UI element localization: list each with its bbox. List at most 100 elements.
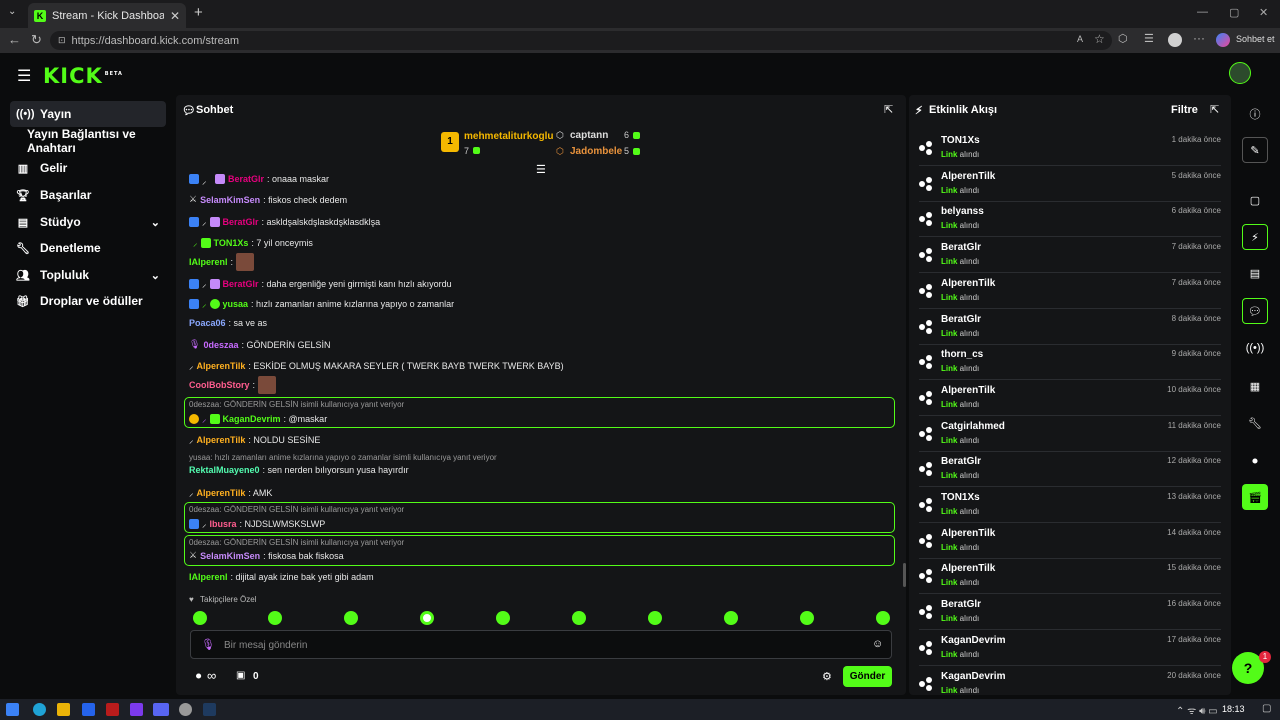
copilot-label[interactable]: Sohbet et: [1236, 34, 1275, 44]
app-icon[interactable]: [106, 703, 119, 716]
chat-username[interactable]: BeratGlr: [223, 217, 259, 227]
clapperboard-icon[interactable]: 🎬︎: [1242, 484, 1268, 510]
chat-username[interactable]: IAlperenl: [189, 257, 228, 267]
close-tab-icon[interactable]: ✕: [170, 9, 180, 23]
leader-2-name[interactable]: captann: [570, 130, 608, 141]
emote-icon[interactable]: [193, 611, 207, 625]
feed-username[interactable]: AlperenTilk: [941, 278, 995, 289]
feed-row[interactable]: Catgirlahmed Link alındı 11 dakika önce: [919, 417, 1221, 452]
favorites-bar-icon[interactable]: ☰: [1144, 32, 1154, 45]
chat-username[interactable]: SelamKimSen: [200, 195, 260, 205]
emote-icon[interactable]: [800, 611, 814, 625]
layout-icon[interactable]: ▦: [1242, 373, 1268, 399]
chat-message[interactable]: ⸝ KaganDevrim : @maskar: [189, 412, 327, 425]
maximize-icon[interactable]: ▢: [1229, 6, 1239, 19]
read-aloud-icon[interactable]: A: [1077, 34, 1083, 44]
feed-username[interactable]: KaganDevrim: [941, 635, 1005, 646]
sidebar-item-stream[interactable]: ((•)) Yayın: [10, 101, 166, 127]
chat-message[interactable]: ⚔︎ SelamKimSen : fiskos check dedem: [189, 194, 347, 205]
chat-bubble-icon[interactable]: 💬︎: [1242, 298, 1268, 324]
leader-3-name[interactable]: Jadombele: [570, 146, 622, 157]
chat-message[interactable]: ⸝ BeratGlr : onaaa maskar: [189, 174, 329, 186]
chat-message[interactable]: IAlperenl : dijital ayak izine bak yeti …: [189, 572, 374, 582]
community-points-icon[interactable]: ⚫︎: [194, 670, 203, 683]
site-info-icon[interactable]: ⊡: [58, 35, 66, 46]
sidebar-item-community[interactable]: 👥︎ Topluluk ⌄: [10, 262, 166, 288]
visual-studio-icon[interactable]: [130, 703, 143, 716]
notes-icon[interactable]: ▤: [1242, 260, 1268, 286]
chat-settings-gear-icon[interactable]: ⚙: [822, 670, 832, 683]
feed-username[interactable]: AlperenTilk: [941, 171, 995, 182]
discord-icon[interactable]: [153, 703, 169, 716]
extensions-icon[interactable]: ⬡: [1118, 32, 1128, 45]
leader-1-name[interactable]: mehmetaliturkoglu: [464, 131, 553, 142]
chat-username[interactable]: 0deszaa: [203, 340, 238, 350]
chat-username[interactable]: AlperenTilk: [197, 361, 246, 371]
emote-icon[interactable]: [344, 611, 358, 625]
reply-reference[interactable]: 0deszaa: GÖNDERİN GELSİN isimli kullanıc…: [189, 538, 404, 547]
feed-username[interactable]: TON1Xs: [941, 492, 980, 503]
feed-row[interactable]: AlperenTilk Link alındı 15 dakika önce: [919, 559, 1221, 595]
feed-username[interactable]: AlperenTilk: [941, 385, 995, 396]
chat-username[interactable]: RektalMuayene0: [189, 465, 260, 475]
chat-username[interactable]: BeratGlr: [228, 174, 264, 184]
collapse-leaderboard-icon[interactable]: ☰: [536, 163, 546, 176]
sidebar-item-stream-key[interactable]: Yayın Bağlantısı ve Anahtarı: [10, 127, 174, 155]
windows-start-icon[interactable]: [6, 703, 19, 716]
notification-center-icon[interactable]: ▢: [1262, 703, 1271, 714]
community-points-icon[interactable]: ⚫︎: [1242, 448, 1268, 474]
emote-icon[interactable]: [724, 611, 738, 625]
chat-message[interactable]: ⚔︎ SelamKimSen : fiskosa bak fiskosa: [189, 550, 344, 561]
more-options-icon[interactable]: ···: [1193, 31, 1205, 45]
app-icon[interactable]: [179, 703, 192, 716]
sidebar-item-achievements[interactable]: 🏆︎ Başarılar: [10, 182, 166, 208]
emote-icon[interactable]: [268, 611, 282, 625]
chat-message[interactable]: ⸝ TON1Xs : 7 yil onceymis: [193, 236, 313, 249]
chat-username[interactable]: AlperenTilk: [197, 435, 246, 445]
reply-reference[interactable]: 0deszaa: GÖNDERİN GELSİN isimli kullanıc…: [189, 505, 404, 514]
chat-message[interactable]: ⸝ BeratGlr : askldşalskdşlaskdşklasdklşa: [189, 215, 380, 228]
feed-username[interactable]: BeratGlr: [941, 242, 981, 253]
chat-username[interactable]: AlperenTilk: [197, 488, 246, 498]
feed-row[interactable]: KaganDevrim Link alındı 17 dakika önce: [919, 631, 1221, 666]
feed-row[interactable]: thorn_cs Link alındı 9 dakika önce: [919, 345, 1221, 381]
broadcast-icon[interactable]: ((•)): [1242, 335, 1268, 361]
chat-username[interactable]: SelamKimSen: [200, 551, 260, 561]
chat-message[interactable]: RektalMuayene0 : sen nerden bılıyorsun y…: [189, 465, 409, 475]
chat-username[interactable]: IAlperenl: [189, 572, 228, 582]
chat-scrollbar[interactable]: [903, 563, 906, 587]
close-window-icon[interactable]: ✕: [1259, 6, 1268, 19]
info-icon[interactable]: ⓘ: [1242, 101, 1268, 127]
popout-feed-icon[interactable]: ⇱: [1210, 103, 1219, 116]
camera-icon[interactable]: ▢: [1242, 187, 1268, 213]
feed-row[interactable]: AlperenTilk Link alındı 14 dakika önce: [919, 524, 1221, 559]
chat-message[interactable]: ⸝ AlperenTilk : ESKİDE OLMUŞ MAKARA SEYL…: [189, 359, 564, 372]
chat-message[interactable]: Poaca06 : sa ve as: [189, 318, 267, 328]
chat-message[interactable]: ⸝ AlperenTilk : NOLDU SESİNE: [189, 433, 320, 446]
feed-username[interactable]: belyanss: [941, 206, 984, 217]
chat-message-input[interactable]: 🎙︎ Bir mesaj gönderin ☺: [190, 630, 892, 659]
steam-icon[interactable]: [203, 703, 216, 716]
feed-username[interactable]: BeratGlr: [941, 314, 981, 325]
favorite-star-icon[interactable]: ☆: [1094, 32, 1105, 46]
tab-list-chevron-icon[interactable]: ⌄: [8, 6, 16, 17]
hamburger-menu-icon[interactable]: ☰: [17, 66, 31, 86]
feed-username[interactable]: BeratGlr: [941, 599, 981, 610]
chat-message[interactable]: ⸝ Ibusra : NJDSLWMSKSLWP: [189, 517, 325, 530]
back-icon[interactable]: ←: [8, 32, 21, 47]
emote-icon[interactable]: [496, 611, 510, 625]
emote-icon[interactable]: [420, 611, 434, 625]
sidebar-item-revenue[interactable]: ▥ Gelir: [10, 155, 166, 181]
emote-icon[interactable]: [572, 611, 586, 625]
feed-row[interactable]: AlperenTilk Link alındı 5 dakika önce: [919, 167, 1221, 202]
chat-message[interactable]: CoolBobStory :: [189, 376, 277, 394]
reply-reference[interactable]: yusaa: hızlı zamanları anime kızlarına y…: [189, 453, 497, 462]
file-explorer-icon[interactable]: [57, 703, 70, 716]
chat-username[interactable]: CoolBobStory: [189, 380, 250, 390]
feed-row[interactable]: TON1Xs Link alındı 13 dakika önce: [919, 488, 1221, 523]
feed-row[interactable]: AlperenTilk Link alındı 7 dakika önce: [919, 274, 1221, 309]
chat-username[interactable]: Ibusra: [210, 519, 237, 529]
taskbar-clock[interactable]: 18:13: [1222, 704, 1245, 714]
chat-username[interactable]: yusaa: [223, 299, 249, 309]
edit-pencil-icon[interactable]: ✎: [1242, 137, 1268, 163]
